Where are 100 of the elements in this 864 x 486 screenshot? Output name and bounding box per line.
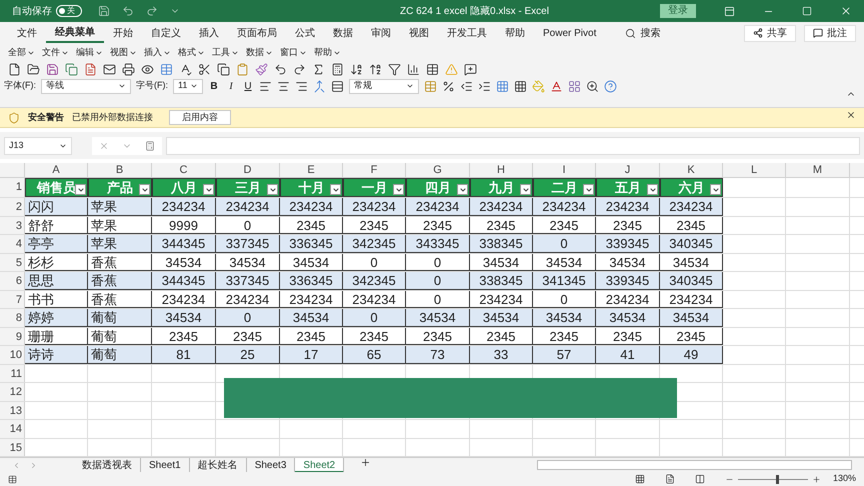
- merge-icon[interactable]: [313, 80, 326, 92]
- maximize-icon[interactable]: [802, 5, 812, 17]
- row-header[interactable]: 1: [0, 178, 25, 197]
- undo-icon[interactable]: [274, 63, 287, 76]
- zoom-icon[interactable]: [586, 80, 599, 92]
- filter-button[interactable]: [583, 184, 594, 195]
- ribbon-tab[interactable]: 公式: [286, 23, 324, 43]
- column-header[interactable]: C: [152, 163, 216, 177]
- print-icon[interactable]: [122, 63, 135, 76]
- ribbon-tab[interactable]: 视图: [400, 23, 438, 43]
- paste-icon[interactable]: [236, 63, 249, 76]
- row-header[interactable]: 13: [0, 402, 25, 419]
- classic-menu[interactable]: 全部: [8, 46, 35, 60]
- page-layout-icon[interactable]: [664, 474, 675, 484]
- column-header[interactable]: A: [25, 163, 88, 177]
- preview-icon[interactable]: [141, 63, 154, 76]
- row-header[interactable]: 7: [0, 290, 25, 308]
- format-button[interactable]: U: [242, 78, 254, 94]
- sum-icon[interactable]: [312, 63, 325, 76]
- save-icon[interactable]: [46, 63, 59, 76]
- ribbon-tab[interactable]: 插入: [190, 23, 228, 43]
- row-header[interactable]: 8: [0, 309, 25, 326]
- redo-icon[interactable]: [293, 63, 306, 76]
- column-header[interactable]: I: [533, 163, 596, 177]
- borders-icon[interactable]: [514, 80, 527, 92]
- filter-button[interactable]: [393, 184, 404, 195]
- indent-increase-icon[interactable]: [478, 80, 491, 92]
- classic-menu[interactable]: 插入: [144, 46, 171, 60]
- column-header[interactable]: D: [216, 163, 280, 177]
- chart-icon[interactable]: [407, 63, 420, 76]
- copy-icon[interactable]: [217, 63, 230, 76]
- ribbon-tab[interactable]: 开发工具: [438, 23, 496, 43]
- filter-button[interactable]: [647, 184, 658, 195]
- filter-button[interactable]: [267, 184, 278, 195]
- ribbon-tab[interactable]: Power Pivot: [534, 23, 606, 43]
- row-header[interactable]: 5: [0, 254, 25, 271]
- share-button[interactable]: 共享: [744, 24, 796, 42]
- filter-button[interactable]: [457, 184, 468, 195]
- fill-color-icon[interactable]: [532, 80, 545, 92]
- column-header[interactable]: G: [406, 163, 470, 177]
- autosave-toggle[interactable]: 关: [56, 5, 82, 17]
- cut-icon[interactable]: [198, 63, 211, 76]
- number-format-field[interactable]: 常规: [349, 78, 419, 94]
- classic-menu[interactable]: 格式: [178, 46, 205, 60]
- percent-icon[interactable]: [442, 80, 455, 92]
- zoom-thumb[interactable]: [776, 474, 780, 484]
- ribbon-tab[interactable]: 页面布局: [228, 23, 286, 43]
- shield-icon[interactable]: [8, 112, 20, 124]
- filter-button[interactable]: [330, 184, 341, 195]
- format-painter-icon[interactable]: [255, 63, 268, 76]
- enable-content-button[interactable]: 启用内容: [169, 110, 231, 125]
- table-format-icon[interactable]: [496, 80, 509, 92]
- column-header[interactable]: M: [786, 163, 850, 177]
- ribbon-tab[interactable]: 帮助: [496, 23, 534, 43]
- row-header[interactable]: 6: [0, 272, 25, 290]
- column-header[interactable]: B: [88, 163, 152, 177]
- spelling-icon[interactable]: [179, 63, 192, 76]
- classic-menu[interactable]: 窗口: [280, 46, 307, 60]
- search-label[interactable]: 搜索: [640, 26, 660, 40]
- classic-menu[interactable]: 帮助: [314, 46, 341, 60]
- ribbon-tab[interactable]: 审阅: [362, 23, 400, 43]
- document-icon[interactable]: [84, 63, 97, 76]
- filter-button[interactable]: [139, 184, 150, 195]
- horizontal-scrollbar[interactable]: [537, 460, 852, 470]
- sort-descending-icon[interactable]: [369, 63, 382, 76]
- add-sheet-icon[interactable]: [360, 457, 372, 468]
- classic-menu[interactable]: 编辑: [76, 46, 103, 60]
- filter-button[interactable]: [75, 184, 86, 195]
- format-button[interactable]: B: [208, 78, 220, 94]
- mail-icon[interactable]: [103, 63, 116, 76]
- filter-icon[interactable]: [388, 63, 401, 76]
- align-left-icon[interactable]: [259, 80, 272, 92]
- column-header[interactable]: F: [343, 163, 406, 177]
- column-header[interactable]: K: [660, 163, 723, 177]
- classic-menu[interactable]: 文件: [42, 46, 69, 60]
- name-box[interactable]: J13: [4, 136, 72, 154]
- search-icon[interactable]: [625, 28, 636, 38]
- row-header[interactable]: 15: [0, 438, 25, 456]
- column-header[interactable]: E: [280, 163, 343, 177]
- size-field[interactable]: 11: [173, 78, 203, 94]
- new-file-icon[interactable]: [8, 63, 21, 76]
- table-icon[interactable]: [426, 63, 439, 76]
- row-header[interactable]: 10: [0, 346, 25, 364]
- ribbon-tab[interactable]: 开始: [104, 23, 142, 43]
- indent-decrease-icon[interactable]: [460, 80, 473, 92]
- classic-menu[interactable]: 工具: [212, 46, 239, 60]
- column-header[interactable]: J: [596, 163, 660, 177]
- filter-button[interactable]: [710, 184, 721, 195]
- column-header[interactable]: H: [470, 163, 533, 177]
- row-header[interactable]: 3: [0, 216, 25, 234]
- ribbon-tab[interactable]: 数据: [324, 23, 362, 43]
- row-header[interactable]: 12: [0, 383, 25, 400]
- comments-button[interactable]: 批注: [804, 24, 856, 42]
- sort-ascending-icon[interactable]: [350, 63, 363, 76]
- font-field[interactable]: 等线: [41, 78, 131, 94]
- row-header[interactable]: 11: [0, 364, 25, 382]
- classic-menu[interactable]: 视图: [110, 46, 137, 60]
- open-folder-icon[interactable]: [27, 63, 40, 76]
- row-header[interactable]: 2: [0, 198, 25, 216]
- classic-menu[interactable]: 数据: [246, 46, 273, 60]
